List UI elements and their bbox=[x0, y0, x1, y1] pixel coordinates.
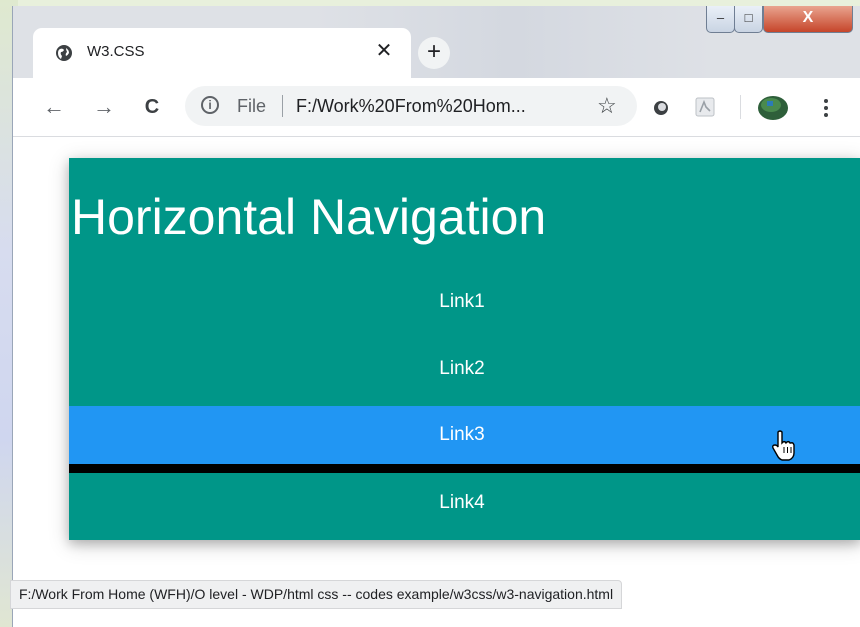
tab-strip: W3.CSS ✕ + – □ X bbox=[13, 6, 860, 78]
window-controls: – □ X bbox=[706, 6, 856, 36]
globe-icon bbox=[56, 45, 72, 61]
minimize-button[interactable]: – bbox=[706, 6, 735, 33]
info-icon[interactable]: i bbox=[201, 96, 219, 114]
menu-dots-icon[interactable] bbox=[821, 97, 831, 119]
scheme-label: File bbox=[237, 96, 267, 116]
url-text[interactable]: F:/Work%20From%20Hom... bbox=[296, 96, 526, 117]
status-url-bar: F:/Work From Home (WFH)/O level - WDP/ht… bbox=[10, 580, 623, 609]
plus-icon[interactable]: + bbox=[418, 37, 450, 69]
browser-window: W3.CSS ✕ + – □ X ← → C i File F:/Work%20… bbox=[12, 6, 860, 627]
browser-toolbar: ← → C i File F:/Work%20From%20Hom... ☆ bbox=[13, 78, 860, 137]
forward-arrow-icon[interactable]: → bbox=[91, 94, 117, 120]
pdf-extension-icon[interactable] bbox=[695, 97, 715, 117]
maximize-button[interactable]: □ bbox=[734, 6, 763, 33]
close-window-button[interactable]: X bbox=[763, 6, 853, 33]
address-bar[interactable]: i File F:/Work%20From%20Hom... ☆ bbox=[185, 86, 637, 126]
nav-link-2[interactable]: Link2 bbox=[69, 340, 860, 398]
hand-pointer-icon bbox=[772, 430, 795, 461]
tab-title: W3.CSS bbox=[87, 43, 145, 60]
omnibox-divider bbox=[282, 95, 283, 117]
star-icon[interactable]: ☆ bbox=[597, 93, 617, 119]
reload-icon[interactable]: C bbox=[139, 94, 165, 120]
tab-w3css[interactable]: W3.CSS ✕ bbox=[33, 28, 411, 78]
nav-link-1[interactable]: Link1 bbox=[69, 273, 860, 331]
nav-separator bbox=[69, 464, 860, 473]
close-icon[interactable]: ✕ bbox=[373, 40, 395, 62]
page-heading: Horizontal Navigation bbox=[71, 189, 547, 245]
nav-link-3-hovered[interactable]: Link3 bbox=[69, 406, 860, 464]
navigation-card: Horizontal Navigation Link1 Link2 Link3 … bbox=[69, 158, 860, 540]
nav-link-4[interactable]: Link4 bbox=[69, 473, 860, 540]
page-content: Horizontal Navigation Link1 Link2 Link3 … bbox=[13, 137, 860, 627]
back-arrow-icon[interactable]: ← bbox=[41, 94, 67, 120]
toolbar-divider bbox=[740, 95, 741, 119]
extension-circle-icon[interactable] bbox=[653, 100, 669, 116]
profile-avatar-icon[interactable] bbox=[757, 92, 789, 122]
